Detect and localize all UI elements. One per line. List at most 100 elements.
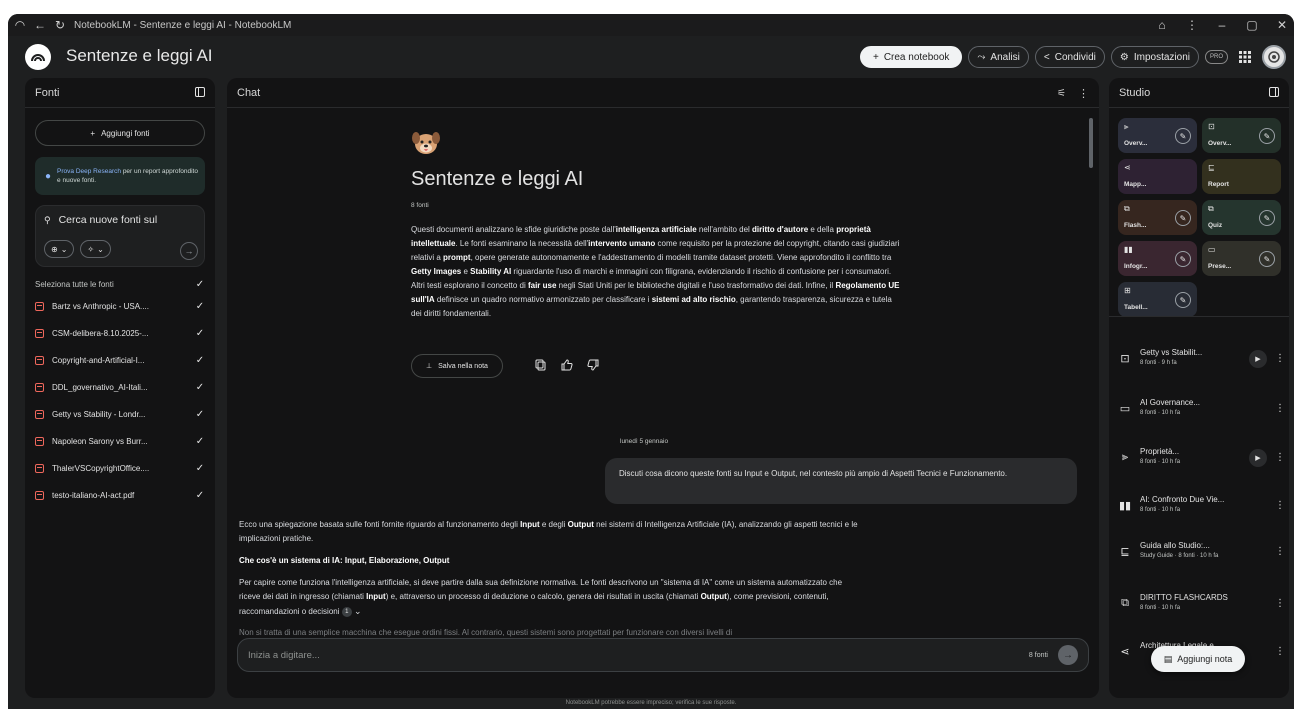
- tile-table[interactable]: ⊞ Tabell... ✎: [1118, 282, 1197, 317]
- add-note-button[interactable]: ▤ Aggiungi nota: [1151, 646, 1245, 672]
- more-vert-icon[interactable]: ⋮: [1275, 500, 1285, 511]
- play-button[interactable]: ▶: [1249, 449, 1267, 467]
- source-checkbox[interactable]: ✓: [195, 355, 205, 366]
- add-sources-button[interactable]: + Aggiungi fonti: [35, 120, 205, 146]
- source-item[interactable]: Getty vs Stability - Londr... ✓: [35, 401, 205, 428]
- more-vert-icon[interactable]: ⋮: [1275, 353, 1285, 364]
- submit-search-button[interactable]: →: [180, 242, 198, 260]
- tile-mind-map[interactable]: ⋖ Mapp...: [1118, 159, 1197, 194]
- tune-icon[interactable]: ⚟: [1057, 88, 1066, 99]
- source-item[interactable]: CSM-delibera-8.10.2025-... ✓: [35, 320, 205, 347]
- studio-note[interactable]: ▮▮ AI: Confronto Due Vie... 8 fonti · 10 …: [1118, 492, 1285, 526]
- presentation-note-icon: ▭: [1119, 402, 1131, 415]
- more-vert-icon[interactable]: ⋮: [1078, 87, 1089, 100]
- select-all-checkbox[interactable]: ✓: [195, 279, 205, 290]
- notebook-summary: Questi documenti analizzano le sfide giu…: [411, 225, 900, 318]
- source-item[interactable]: testo-italiano-AI-act.pdf ✓: [35, 482, 205, 509]
- user-avatar[interactable]: [1262, 45, 1286, 69]
- chevron-down-icon[interactable]: ⌄: [354, 606, 362, 616]
- back-arrow-icon[interactable]: ←: [34, 18, 46, 32]
- save-to-note-button[interactable]: ⊥ Salva nella nota: [411, 354, 503, 378]
- edit-icon[interactable]: ✎: [1175, 292, 1191, 308]
- source-item[interactable]: Napoleon Sarony vs Burr... ✓: [35, 428, 205, 455]
- source-item[interactable]: ThalerVSCopyrightOffice.... ✓: [35, 455, 205, 482]
- source-checkbox[interactable]: ✓: [195, 490, 205, 501]
- research-mode-selector[interactable]: ✧ ⌄: [80, 240, 111, 258]
- tile-flashcards[interactable]: ⧉ Flash... ✎: [1118, 200, 1197, 235]
- tile-report[interactable]: ⊑ Report: [1202, 159, 1281, 194]
- send-button[interactable]: →: [1058, 645, 1078, 665]
- studio-note[interactable]: ⊑ Guida allo Studio:... Study Guide · 8 f…: [1118, 538, 1285, 578]
- close-icon[interactable]: ✕: [1276, 18, 1288, 32]
- edit-icon[interactable]: ✎: [1259, 251, 1275, 267]
- tile-audio-overview[interactable]: ⫸ Overv... ✎: [1118, 118, 1197, 153]
- chat-composer[interactable]: Inizia a digitare... 8 fonti →: [237, 638, 1089, 672]
- thumbs-down-icon[interactable]: [587, 358, 599, 376]
- tile-video-overview[interactable]: ⊡ Overv... ✎: [1202, 118, 1281, 153]
- collapse-panel-icon[interactable]: [195, 86, 205, 100]
- chat-title: Chat: [237, 86, 261, 99]
- source-checkbox[interactable]: ✓: [195, 382, 205, 393]
- source-checkbox[interactable]: ✓: [195, 463, 205, 474]
- more-vert-icon[interactable]: ⋮: [1275, 452, 1285, 463]
- tile-presentation[interactable]: ▭ Prese... ✎: [1202, 241, 1281, 276]
- plus-icon: +: [90, 128, 96, 138]
- edit-icon[interactable]: ✎: [1175, 210, 1191, 226]
- feedback-icons: [535, 358, 599, 376]
- settings-button[interactable]: ⚙ Impostazioni: [1110, 46, 1199, 68]
- minimize-icon[interactable]: –: [1216, 18, 1228, 32]
- notebooklm-logo-icon[interactable]: [25, 44, 51, 70]
- thumbs-up-icon[interactable]: [561, 358, 573, 376]
- notebook-title[interactable]: Sentenze e leggi AI: [66, 46, 213, 66]
- audio-note-icon: ⫸: [1121, 450, 1129, 463]
- more-vert-icon[interactable]: ⋮: [1275, 403, 1285, 414]
- analytics-button[interactable]: ⤳ Analisi: [968, 46, 1029, 68]
- play-button[interactable]: ▶: [1249, 350, 1267, 368]
- more-vert-icon[interactable]: ⋮: [1275, 546, 1285, 557]
- studio-note[interactable]: ⊡ Getty vs Stabilit... 8 fonti · 9 h fa ▶…: [1118, 345, 1285, 379]
- copy-icon[interactable]: [535, 358, 547, 376]
- edit-icon[interactable]: ✎: [1259, 128, 1275, 144]
- window-title: NotebookLM - Sentenze e leggi AI - Noteb…: [74, 19, 292, 31]
- source-item[interactable]: Bartz vs Anthropic - USA.... ✓: [35, 293, 205, 320]
- tile-quiz[interactable]: ⧉ Quiz ✎: [1202, 200, 1281, 235]
- edit-icon[interactable]: ✎: [1259, 210, 1275, 226]
- app-menu-icon[interactable]: ◠: [14, 18, 26, 32]
- answer-truncated-line: Non si tratta di una semplice macchina c…: [239, 628, 733, 637]
- maximize-icon[interactable]: ▢: [1246, 18, 1258, 32]
- create-notebook-button[interactable]: + Crea notebook: [859, 46, 963, 68]
- share-button[interactable]: < Condividi: [1034, 46, 1105, 68]
- studio-note[interactable]: ▭ AI Governance... 8 fonti · 10 h fa ⋮: [1118, 395, 1285, 429]
- web-source-selector[interactable]: ⊕ ⌄: [44, 240, 75, 258]
- studio-note[interactable]: ⧉ DIRITTO FLASHCARDS 8 fonti · 10 h fa ⋮: [1118, 590, 1285, 624]
- studio-note[interactable]: ⫸ Proprietà... 8 fonti · 10 h fa ▶ ⋮: [1118, 444, 1285, 478]
- app-window: ◠ ← ↻ NotebookLM - Sentenze e leggi AI -…: [8, 14, 1294, 709]
- more-vert-icon[interactable]: ⋮: [1186, 18, 1198, 32]
- source-checkbox[interactable]: ✓: [195, 409, 205, 420]
- reload-icon[interactable]: ↻: [54, 18, 66, 32]
- sources-title: Fonti: [35, 86, 60, 99]
- tile-infographic[interactable]: ▮▮ Infogr... ✎: [1118, 241, 1197, 276]
- source-checkbox[interactable]: ✓: [195, 301, 205, 312]
- source-checkbox[interactable]: ✓: [195, 328, 205, 339]
- deep-research-promo[interactable]: ● Prova Deep Research per un report appr…: [35, 157, 205, 195]
- apps-grid-icon[interactable]: [1234, 46, 1256, 68]
- chat-input[interactable]: Inizia a digitare...: [248, 650, 1029, 661]
- source-item[interactable]: DDL_governativo_AI-Itali... ✓: [35, 374, 205, 401]
- select-all-row[interactable]: Seleziona tutte le fonti ✓: [35, 275, 205, 293]
- collapse-panel-icon[interactable]: [1269, 86, 1279, 100]
- note-icon: ▤: [1163, 653, 1173, 664]
- studio-title: Studio: [1119, 86, 1151, 99]
- search-input[interactable]: Cerca nuove fonti sul: [59, 214, 158, 226]
- pdf-icon: [35, 329, 44, 338]
- extensions-icon[interactable]: ⌂: [1156, 18, 1168, 32]
- chat-scrollbar[interactable]: [1089, 118, 1093, 168]
- source-item[interactable]: Copyright-and-Artificial-I... ✓: [35, 347, 205, 374]
- source-checkbox[interactable]: ✓: [195, 436, 205, 447]
- edit-icon[interactable]: ✎: [1175, 251, 1191, 267]
- more-vert-icon[interactable]: ⋮: [1275, 598, 1285, 609]
- edit-icon[interactable]: ✎: [1175, 128, 1191, 144]
- pdf-icon: [35, 437, 44, 446]
- more-vert-icon[interactable]: ⋮: [1275, 646, 1285, 657]
- citation-badge[interactable]: 1: [341, 606, 352, 617]
